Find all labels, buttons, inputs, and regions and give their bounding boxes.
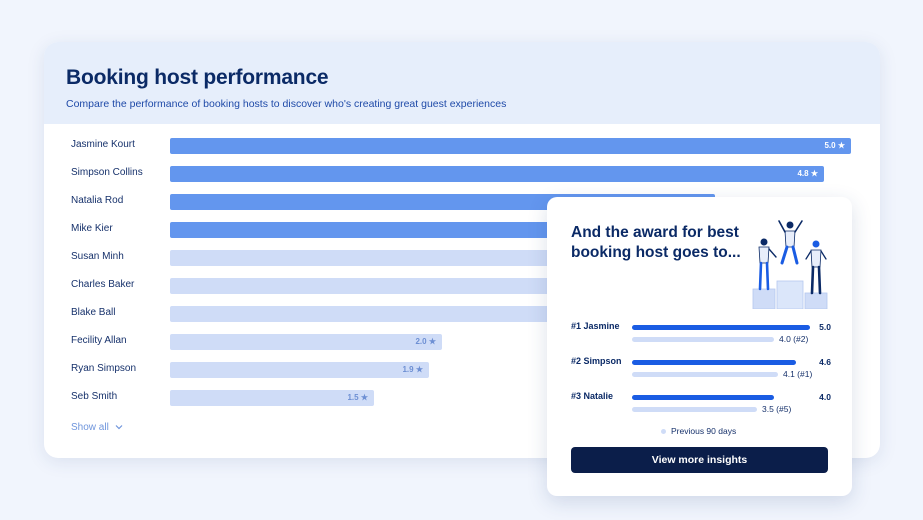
rating-value: 1.5 ★	[347, 393, 368, 402]
previous-rating-value: 4.0 (#2)	[779, 334, 809, 344]
host-name: Blake Ball	[71, 307, 116, 318]
host-row[interactable]: Jasmine Kourt 5.0 ★	[44, 138, 880, 154]
podium-illustration-icon	[747, 217, 833, 310]
rating-value: 1.9 ★	[402, 365, 423, 374]
rating-bar: 1.5 ★	[170, 390, 374, 406]
rank-item: #2 Simpson 4.6 4.1 (#1)	[571, 356, 831, 390]
legend-dot-icon	[661, 429, 666, 435]
previous-rating-bar	[632, 372, 778, 377]
host-name: Simpson Collins	[71, 167, 143, 178]
chevron-down-icon	[115, 422, 123, 433]
previous-rating-bar	[632, 407, 757, 412]
view-more-insights-button[interactable]: View more insights	[571, 447, 828, 473]
panel-subtitle: Compare the performance of booking hosts…	[66, 98, 507, 110]
current-rating-bar	[632, 360, 796, 365]
legend: Previous 90 days	[661, 426, 736, 436]
show-all-link[interactable]: Show all	[71, 422, 123, 433]
rating-bar: 5.0 ★	[170, 138, 851, 154]
host-row[interactable]: Simpson Collins 4.8 ★	[44, 166, 880, 182]
panel-header: Booking host performance Compare the per…	[44, 42, 880, 124]
previous-rating-value: 4.1 (#1)	[783, 369, 813, 379]
rank-label: #2 Simpson	[571, 356, 622, 366]
award-heading: And the award for best booking host goes…	[571, 224, 741, 261]
rating-bar: 4.8 ★	[170, 166, 824, 182]
rating-value: 2.0 ★	[415, 337, 436, 346]
previous-rating-value: 3.5 (#5)	[762, 404, 792, 414]
host-name: Jasmine Kourt	[71, 139, 135, 150]
current-rating-bar	[632, 325, 810, 330]
show-all-label: Show all	[71, 422, 109, 434]
rating-value: 4.8 ★	[797, 169, 818, 178]
rating-bar: 3.0 ★	[170, 306, 579, 322]
host-name: Charles Baker	[71, 279, 135, 290]
host-name: Ryan Simpson	[71, 363, 137, 374]
host-name: Susan Minh	[71, 251, 124, 262]
current-rating-value: 5.0	[819, 322, 831, 332]
rating-bar: 1.9 ★	[170, 362, 429, 378]
host-name: Seb Smith	[71, 391, 118, 402]
rank-label: #3 Natalie	[571, 391, 614, 401]
legend-label: Previous 90 days	[671, 426, 737, 436]
rank-item: #3 Natalie 4.0 3.5 (#5)	[571, 391, 831, 425]
current-rating-value: 4.0	[819, 392, 831, 402]
rating-bar: 2.0 ★	[170, 334, 442, 350]
rank-label: #1 Jasmine	[571, 321, 620, 331]
host-name: Natalia Rod	[71, 195, 124, 206]
rating-bar: 3.2 ★	[170, 278, 606, 294]
current-rating-bar	[632, 395, 774, 400]
award-card: And the award for best booking host goes…	[547, 197, 852, 496]
host-name: Mike Kier	[71, 223, 113, 234]
host-name: Fecility Allan	[71, 335, 127, 346]
current-rating-value: 4.6	[819, 357, 831, 367]
panel-title: Booking host performance	[66, 66, 329, 89]
previous-rating-bar	[632, 337, 774, 342]
rating-value: 5.0 ★	[824, 141, 845, 150]
rank-item: #1 Jasmine 5.0 4.0 (#2)	[571, 321, 831, 355]
